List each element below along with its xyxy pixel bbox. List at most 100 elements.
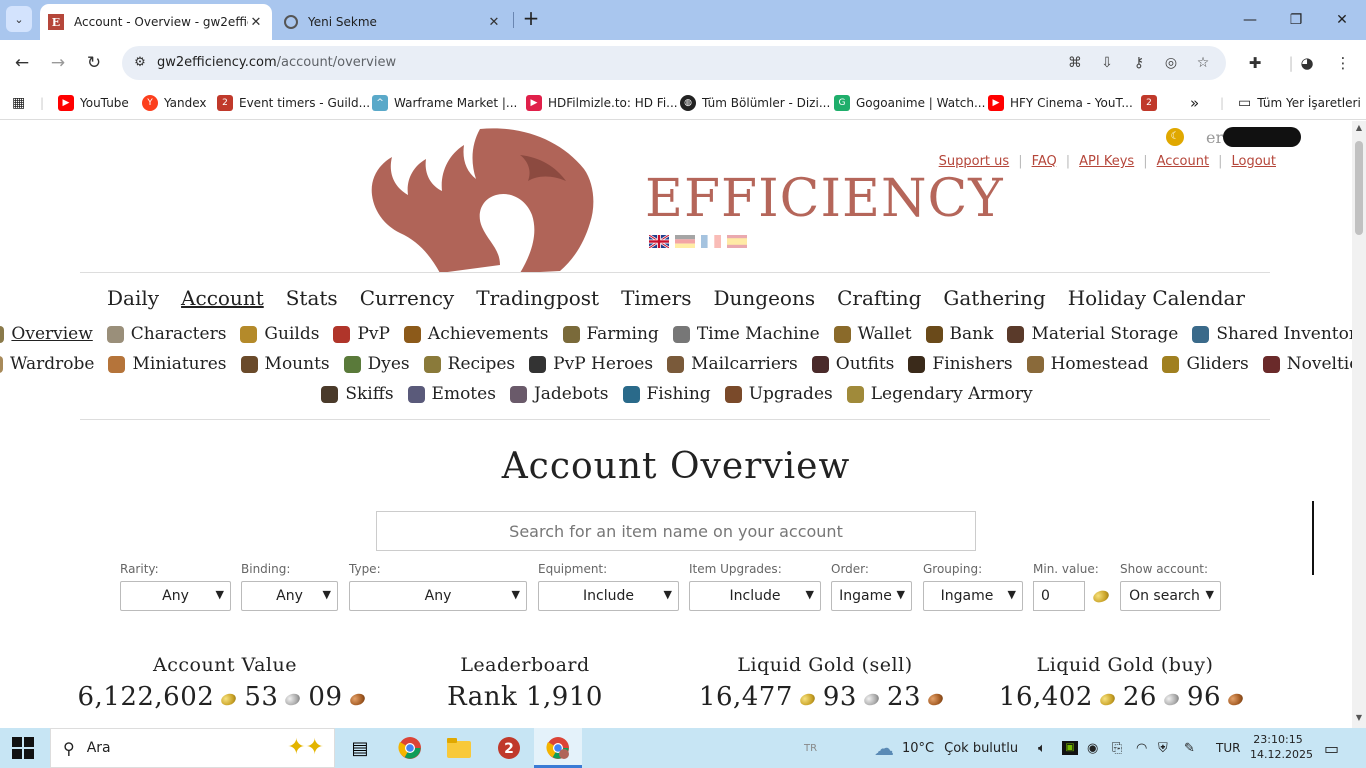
subnav-farming[interactable]: Farming <box>562 324 659 344</box>
subnav-finishers[interactable]: Finishers <box>908 354 1013 374</box>
eye-off-icon[interactable]: ◎ <box>1161 53 1181 73</box>
flag-fr-icon[interactable] <box>701 235 721 248</box>
bookmark-hdfilmizle[interactable]: ▶ HDFilmizle.to: HD Fi... <box>526 93 678 113</box>
bookmark-tum-bolumler[interactable]: ◍ Tüm Bölümler - Dizi... <box>680 93 830 113</box>
subnav-outfits[interactable]: Outfits <box>811 354 894 374</box>
apps-icon[interactable]: ▦ <box>12 93 25 113</box>
nav-timers[interactable]: Timers <box>621 286 691 310</box>
subnav-novelties[interactable]: Novelties <box>1262 354 1352 374</box>
forward-icon[interactable]: → <box>46 51 70 75</box>
back-icon[interactable]: ← <box>10 51 34 75</box>
nvidia-icon[interactable]: ▣ <box>1062 728 1078 768</box>
scroll-down-icon[interactable]: ▼ <box>1354 713 1364 722</box>
steam-icon[interactable]: ◉ <box>1087 728 1098 768</box>
network-adapter-icon[interactable]: ⎘ <box>1112 728 1122 768</box>
file-explorer-icon[interactable] <box>444 733 474 763</box>
subnav-wallet[interactable]: Wallet <box>833 324 912 344</box>
page-scrollbar[interactable]: ▲ ▼ <box>1352 121 1366 728</box>
subnav-pvp-heroes[interactable]: PvP Heroes <box>529 354 653 374</box>
extensions-icon[interactable]: ✚ <box>1244 51 1266 75</box>
subnav-jadebots[interactable]: Jadebots <box>509 384 609 404</box>
subnav-achievements[interactable]: Achievements <box>403 324 549 344</box>
reload-icon[interactable]: ↻ <box>82 51 106 75</box>
bookmark-gogoanime[interactable]: G Gogoanime | Watch... <box>834 93 985 113</box>
grouping-select[interactable]: Ingame ▼ <box>923 581 1023 611</box>
minimize-icon[interactable]: — <box>1238 8 1262 32</box>
subnav-wardrobe[interactable]: Wardrobe <box>0 354 94 374</box>
language-indicator[interactable]: TUR <box>1216 728 1240 768</box>
subnav-guilds[interactable]: Guilds <box>240 324 319 344</box>
subnav-miniatures[interactable]: Miniatures <box>108 354 227 374</box>
all-bookmarks-folder[interactable]: ▭ Tüm Yer İşaretleri <box>1238 93 1361 113</box>
menu-icon[interactable]: ⋮ <box>1332 51 1354 75</box>
nav-dungeons[interactable]: Dungeons <box>713 286 815 310</box>
more-bookmarks-icon[interactable]: » <box>1190 93 1199 113</box>
nav-crafting[interactable]: Crafting <box>837 286 921 310</box>
faq-link[interactable]: FAQ <box>1032 154 1057 169</box>
translate-icon[interactable]: ⌘ <box>1065 53 1085 73</box>
volume-icon[interactable]: 🔈︎ <box>1038 728 1046 768</box>
subnav-skiffs[interactable]: Skiffs <box>321 384 394 404</box>
nav-daily[interactable]: Daily <box>107 286 159 310</box>
subnav-mailcarriers[interactable]: Mailcarriers <box>667 354 798 374</box>
subnav-gliders[interactable]: Gliders <box>1162 354 1249 374</box>
taskbar-search[interactable]: ⚲ Ara ✦✦ <box>50 728 335 768</box>
nav-account[interactable]: Account <box>181 286 264 310</box>
scroll-up-icon[interactable]: ▲ <box>1354 123 1364 132</box>
address-bar[interactable]: ⚙ gw2efficiency.com/account/overview ⌘ ⇩… <box>122 46 1226 80</box>
nav-holiday-calendar[interactable]: Holiday Calendar <box>1068 286 1245 310</box>
subnav-recipes[interactable]: Recipes <box>423 354 515 374</box>
clock[interactable]: 23:10:15 14.12.2025 <box>1250 732 1313 762</box>
bookmark-hfy-cinema[interactable]: ▶ HFY Cinema - YouT... <box>988 93 1133 113</box>
subnav-dyes[interactable]: Dyes <box>343 354 410 374</box>
subnav-upgrades[interactable]: Upgrades <box>724 384 833 404</box>
close-window-icon[interactable]: ✕ <box>1330 8 1354 32</box>
scroll-thumb[interactable] <box>1355 141 1363 235</box>
weather-widget[interactable]: ☁ 10°C Çok bulutlu <box>874 728 1018 768</box>
wifi-icon[interactable]: ◠ <box>1136 728 1147 768</box>
flag-de-icon[interactable] <box>675 235 695 248</box>
logo-text[interactable]: EFFICIENCY <box>645 173 1004 225</box>
gw2-taskbar-icon[interactable]: 2 <box>494 733 524 763</box>
subnav-characters[interactable]: Characters <box>106 324 226 344</box>
bookmark-event-timers[interactable]: 2 Event timers - Guild... <box>217 93 370 113</box>
subnav-bank[interactable]: Bank <box>925 324 993 344</box>
bookmark-youtube[interactable]: ▶ YouTube <box>58 93 129 113</box>
subnav-emotes[interactable]: Emotes <box>407 384 496 404</box>
binding-select[interactable]: Any ▼ <box>241 581 338 611</box>
chrome-profile-taskbar-icon[interactable] <box>543 733 573 763</box>
dragon-logo-icon[interactable] <box>370 125 598 273</box>
flag-uk-icon[interactable] <box>649 235 669 248</box>
subnav-mounts[interactable]: Mounts <box>240 354 330 374</box>
item-search-input[interactable] <box>376 511 976 551</box>
tab-account-overview[interactable]: E Account - Overview - gw2efficie ✕ <box>40 4 272 40</box>
windows-start-icon[interactable] <box>12 737 34 759</box>
nav-gathering[interactable]: Gathering <box>943 286 1045 310</box>
install-icon[interactable]: ⇩ <box>1097 53 1117 73</box>
subnav-material-storage[interactable]: Material Storage <box>1007 324 1178 344</box>
star-icon[interactable]: ☆ <box>1193 53 1213 73</box>
profile-avatar-icon[interactable]: ◕ <box>1296 51 1318 75</box>
support-us-link[interactable]: Support us <box>939 154 1010 169</box>
close-tab-icon[interactable]: ✕ <box>486 15 502 30</box>
bookmark-gw2[interactable]: 2 <box>1141 93 1163 113</box>
subnav-legendary-armory[interactable]: Legendary Armory <box>846 384 1033 404</box>
api-keys-link[interactable]: API Keys <box>1079 154 1134 169</box>
bookmark-warframe[interactable]: ^ Warframe Market |... <box>372 93 517 113</box>
type-select[interactable]: Any ▼ <box>349 581 527 611</box>
subnav-overview[interactable]: Overview <box>0 324 93 344</box>
flag-es-icon[interactable] <box>727 235 747 248</box>
subnav-shared-inventory[interactable]: Shared Inventory <box>1192 324 1352 344</box>
bookmark-yandex[interactable]: Y Yandex <box>142 93 207 113</box>
tab-search-button[interactable]: ⌄ <box>6 6 32 32</box>
chrome-taskbar-icon[interactable] <box>395 733 425 763</box>
security-shield-icon[interactable]: ⛨ <box>1158 728 1168 768</box>
account-link[interactable]: Account <box>1157 154 1210 169</box>
nav-currency[interactable]: Currency <box>360 286 455 310</box>
subnav-fishing[interactable]: Fishing <box>622 384 711 404</box>
stat-value[interactable]: Rank 1,910 <box>375 682 675 712</box>
logout-link[interactable]: Logout <box>1231 154 1276 169</box>
restore-icon[interactable]: ❐ <box>1284 8 1308 32</box>
user-avatar-icon[interactable]: ☾ <box>1166 128 1184 146</box>
notifications-icon[interactable]: ▭ <box>1324 728 1339 768</box>
